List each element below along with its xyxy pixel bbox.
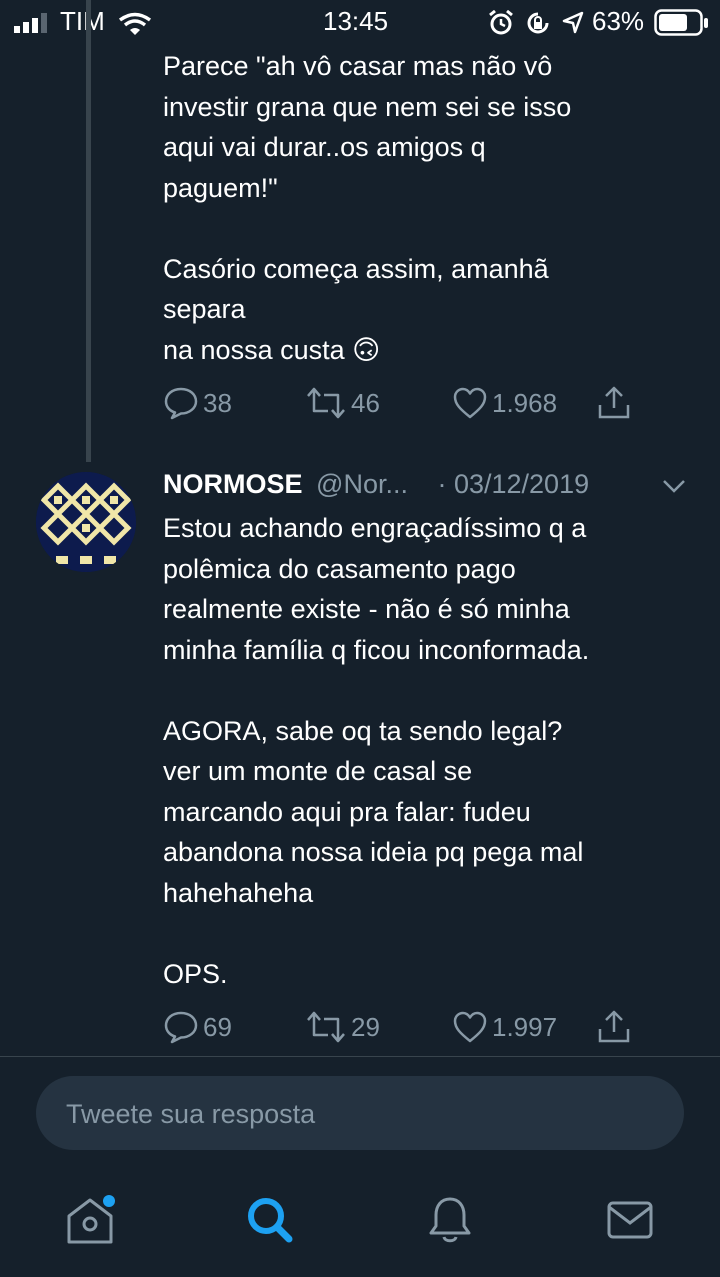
home-icon — [67, 1195, 115, 1244]
location-icon — [562, 11, 584, 34]
reply-button[interactable]: 38 — [163, 383, 232, 423]
tweet-date: · 03/12/2019 — [437, 469, 590, 499]
reply-count: 38 — [203, 387, 232, 418]
like-count: 1.968 — [492, 387, 558, 418]
rotation-lock-icon — [527, 12, 549, 34]
wifi-icon — [118, 12, 152, 35]
search-icon — [248, 1198, 293, 1243]
tab-home[interactable] — [40, 1170, 140, 1270]
like-button[interactable]: 1.997 — [452, 1007, 557, 1047]
reply-button[interactable]: 69 — [163, 1007, 232, 1047]
tweet-header: NORMOSE @Nor... · 03/12/2019 — [163, 469, 643, 509]
unread-dot — [103, 1195, 115, 1207]
tweet-text: Estou achando engraçadíssimo q a polêmic… — [163, 513, 590, 989]
share-icon — [598, 386, 630, 419]
reply-box[interactable] — [36, 1076, 684, 1152]
share-button[interactable] — [596, 1007, 632, 1047]
messages-icon — [607, 1201, 653, 1239]
share-button[interactable] — [596, 383, 632, 423]
avatar[interactable] — [36, 472, 136, 572]
retweet-count: 29 — [351, 1011, 380, 1042]
tab-bar — [0, 1170, 720, 1277]
carrier-name: TIM — [60, 6, 105, 36]
author-handle[interactable]: @Nor... — [316, 469, 408, 499]
chevron-down-icon[interactable] — [661, 478, 687, 494]
heart-icon — [453, 387, 487, 419]
tweet-actions: 38 46 1.968 — [0, 383, 720, 423]
alarm-icon — [489, 10, 513, 35]
tab-search[interactable] — [220, 1170, 320, 1270]
tab-notifications[interactable] — [400, 1170, 500, 1270]
reply-icon — [164, 387, 198, 420]
tweet-2[interactable]: NORMOSE @Nor... · 03/12/2019 Estou achan… — [0, 464, 720, 1056]
tweet-actions: 69 29 1.997 — [0, 1007, 720, 1047]
notifications-icon — [429, 1197, 471, 1243]
battery-percent: 63% — [592, 6, 645, 36]
author-name[interactable]: NORMOSE — [163, 469, 303, 499]
battery-icon — [654, 9, 708, 36]
reply-input[interactable] — [64, 1076, 658, 1152]
divider — [0, 1056, 720, 1057]
like-count: 1.997 — [492, 1011, 558, 1042]
retweet-button[interactable]: 29 — [305, 1007, 380, 1047]
retweet-icon — [307, 387, 345, 419]
status-bar: TIM 13:45 63% — [0, 0, 720, 44]
share-icon — [598, 1010, 630, 1043]
like-button[interactable]: 1.968 — [452, 383, 557, 423]
retweet-button[interactable]: 46 — [305, 383, 380, 423]
heart-icon — [453, 1011, 487, 1043]
retweet-count: 46 — [351, 387, 380, 418]
tweet-text: Parece "ah vô casar mas não vô investir … — [163, 51, 572, 365]
clock: 13:45 — [323, 6, 389, 36]
tweet-1[interactable]: Parece "ah vô casar mas não vô investir … — [0, 44, 720, 464]
tab-messages[interactable] — [580, 1170, 680, 1270]
reply-count: 69 — [203, 1011, 232, 1042]
signal-icon — [14, 13, 47, 33]
reply-icon — [164, 1011, 198, 1044]
avatar-pattern — [36, 472, 136, 572]
retweet-icon — [307, 1011, 345, 1043]
